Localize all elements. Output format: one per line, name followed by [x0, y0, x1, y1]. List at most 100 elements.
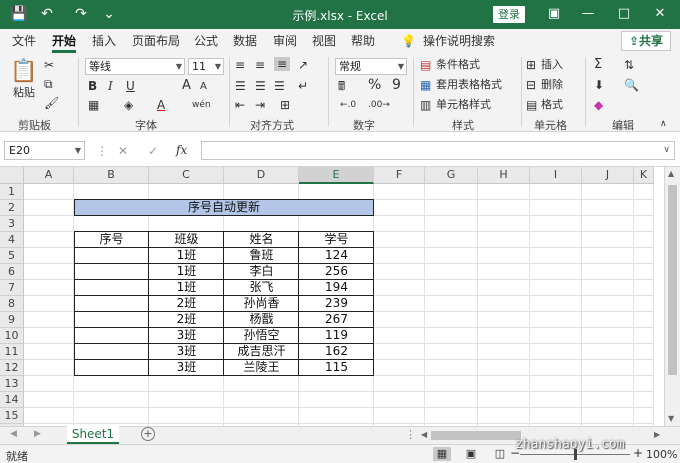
- cell-styles-button[interactable]: 单元格样式: [436, 98, 491, 112]
- row-header-2[interactable]: 2: [0, 200, 24, 216]
- shrink-font-button[interactable]: A: [200, 80, 207, 94]
- top-align-icon[interactable]: ≡: [235, 58, 245, 72]
- bottom-align-icon[interactable]: ≡: [274, 57, 290, 71]
- cut-icon[interactable]: ✂: [44, 58, 54, 72]
- zoom-in-button[interactable]: +: [633, 446, 643, 460]
- tab-help[interactable]: 帮助: [351, 33, 375, 49]
- tab-review[interactable]: 审阅: [273, 33, 297, 49]
- sort-filter-icon[interactable]: ⇅: [624, 58, 634, 72]
- font-size-select[interactable]: 11 ▼: [188, 58, 224, 75]
- delete-cells-button[interactable]: 删除: [541, 78, 563, 92]
- comma-style-button[interactable]: 9: [392, 78, 401, 92]
- cancel-icon[interactable]: ✕: [118, 144, 128, 158]
- scroll-right-icon[interactable]: ▶: [654, 430, 660, 439]
- align-right-icon[interactable]: ☰: [274, 79, 285, 93]
- row-header-5[interactable]: 5: [0, 248, 24, 264]
- table-cell-name[interactable]: 张飞: [224, 280, 299, 296]
- table-cell-class[interactable]: 3班: [149, 360, 224, 376]
- row-header-4[interactable]: 4: [0, 232, 24, 248]
- table-header-student-id[interactable]: 学号: [299, 232, 374, 248]
- font-color-button[interactable]: A: [157, 98, 165, 112]
- prev-sheet-icon[interactable]: ◀: [10, 429, 17, 439]
- middle-align-icon[interactable]: ≡: [255, 58, 265, 72]
- row-header-3[interactable]: 3: [0, 216, 24, 232]
- table-cell-student-id[interactable]: 256: [299, 264, 374, 280]
- underline-button[interactable]: U: [126, 79, 135, 93]
- scroll-down-icon[interactable]: ▼: [668, 414, 674, 423]
- table-cell-index[interactable]: [74, 344, 149, 360]
- column-header-c[interactable]: C: [149, 167, 224, 184]
- format-painter-icon[interactable]: 🖌: [44, 96, 59, 110]
- collapse-ribbon-icon[interactable]: ∧: [660, 117, 667, 131]
- table-header-name[interactable]: 姓名: [224, 232, 299, 248]
- table-cell-index[interactable]: [74, 264, 149, 280]
- bold-button[interactable]: B: [88, 79, 97, 93]
- tab-formulas[interactable]: 公式: [194, 33, 218, 49]
- column-header-f[interactable]: F: [374, 167, 425, 184]
- table-cell-class[interactable]: 1班: [149, 264, 224, 280]
- table-cell-student-id[interactable]: 124: [299, 248, 374, 264]
- find-select-icon[interactable]: 🔍: [624, 78, 639, 92]
- zoom-level[interactable]: 100%: [646, 448, 677, 461]
- sheet-tab-sheet1[interactable]: Sheet1: [67, 426, 119, 444]
- table-cell-name[interactable]: 孙悟空: [224, 328, 299, 344]
- share-button[interactable]: ⇪共享: [621, 31, 671, 51]
- row-header-14[interactable]: 14: [0, 392, 24, 408]
- wrap-text-icon[interactable]: ↵: [298, 79, 308, 93]
- format-as-table-button[interactable]: 套用表格格式: [436, 78, 502, 92]
- table-cell-index[interactable]: [74, 296, 149, 312]
- formula-input[interactable]: ∨: [201, 141, 675, 160]
- normal-view-icon[interactable]: ▦: [433, 447, 451, 461]
- table-cell-class[interactable]: 2班: [149, 312, 224, 328]
- insert-cells-button[interactable]: 插入: [541, 58, 563, 72]
- row-header-10[interactable]: 10: [0, 328, 24, 344]
- borders-icon[interactable]: ▦: [88, 98, 99, 112]
- table-cell-student-id[interactable]: 115: [299, 360, 374, 376]
- row-header-7[interactable]: 7: [0, 280, 24, 296]
- vertical-scroll-thumb[interactable]: [668, 185, 677, 375]
- tab-view[interactable]: 视图: [312, 33, 336, 49]
- table-cell-student-id[interactable]: 119: [299, 328, 374, 344]
- table-cell-name[interactable]: 兰陵王: [224, 360, 299, 376]
- decrease-decimal-icon[interactable]: .00→: [368, 98, 390, 112]
- scroll-left-icon[interactable]: ◀: [421, 430, 427, 439]
- worksheet-grid[interactable]: ABCDEFGHIJK12345678910111213141516序号自动更新…: [0, 167, 664, 426]
- next-sheet-icon[interactable]: ▶: [34, 429, 41, 439]
- add-sheet-button[interactable]: +: [141, 427, 155, 441]
- table-cell-name[interactable]: 杨戬: [224, 312, 299, 328]
- table-cell-student-id[interactable]: 162: [299, 344, 374, 360]
- table-cell-index[interactable]: [74, 312, 149, 328]
- enter-icon[interactable]: ✓: [148, 144, 158, 158]
- fill-color-icon[interactable]: ◈: [124, 98, 133, 112]
- column-header-j[interactable]: J: [582, 167, 634, 184]
- insert-function-button[interactable]: fx: [176, 143, 187, 157]
- table-cell-name[interactable]: 鲁班: [224, 248, 299, 264]
- autosum-icon[interactable]: Σ: [594, 58, 602, 72]
- column-header-i[interactable]: I: [530, 167, 582, 184]
- tab-home[interactable]: 开始: [52, 33, 77, 53]
- paste-button[interactable]: 粘贴: [13, 86, 35, 100]
- tab-page-layout[interactable]: 页面布局: [132, 33, 180, 49]
- row-header-6[interactable]: 6: [0, 264, 24, 280]
- table-cell-class[interactable]: 3班: [149, 328, 224, 344]
- column-header-a[interactable]: A: [24, 167, 74, 184]
- horizontal-scroll-thumb[interactable]: [431, 431, 521, 440]
- increase-decimal-icon[interactable]: ←.0: [340, 98, 356, 112]
- table-cell-index[interactable]: [74, 360, 149, 376]
- table-cell-class[interactable]: 1班: [149, 248, 224, 264]
- row-header-12[interactable]: 12: [0, 360, 24, 376]
- tell-me-search[interactable]: 操作说明搜索: [423, 33, 495, 49]
- table-cell-class[interactable]: 3班: [149, 344, 224, 360]
- column-header-e[interactable]: E: [299, 167, 374, 184]
- table-cell-student-id[interactable]: 239: [299, 296, 374, 312]
- table-cell-student-id[interactable]: 267: [299, 312, 374, 328]
- login-button[interactable]: 登录: [493, 6, 525, 23]
- table-cell-index[interactable]: [74, 280, 149, 296]
- column-header-k[interactable]: K: [634, 167, 654, 184]
- table-cell-name[interactable]: 成吉思汗: [224, 344, 299, 360]
- grow-font-button[interactable]: A: [182, 79, 191, 93]
- format-cells-button[interactable]: 格式: [541, 98, 563, 112]
- table-cell-class[interactable]: 1班: [149, 280, 224, 296]
- font-name-select[interactable]: 等线 ▼: [85, 58, 185, 75]
- number-format-select[interactable]: 常规 ▼: [335, 58, 407, 75]
